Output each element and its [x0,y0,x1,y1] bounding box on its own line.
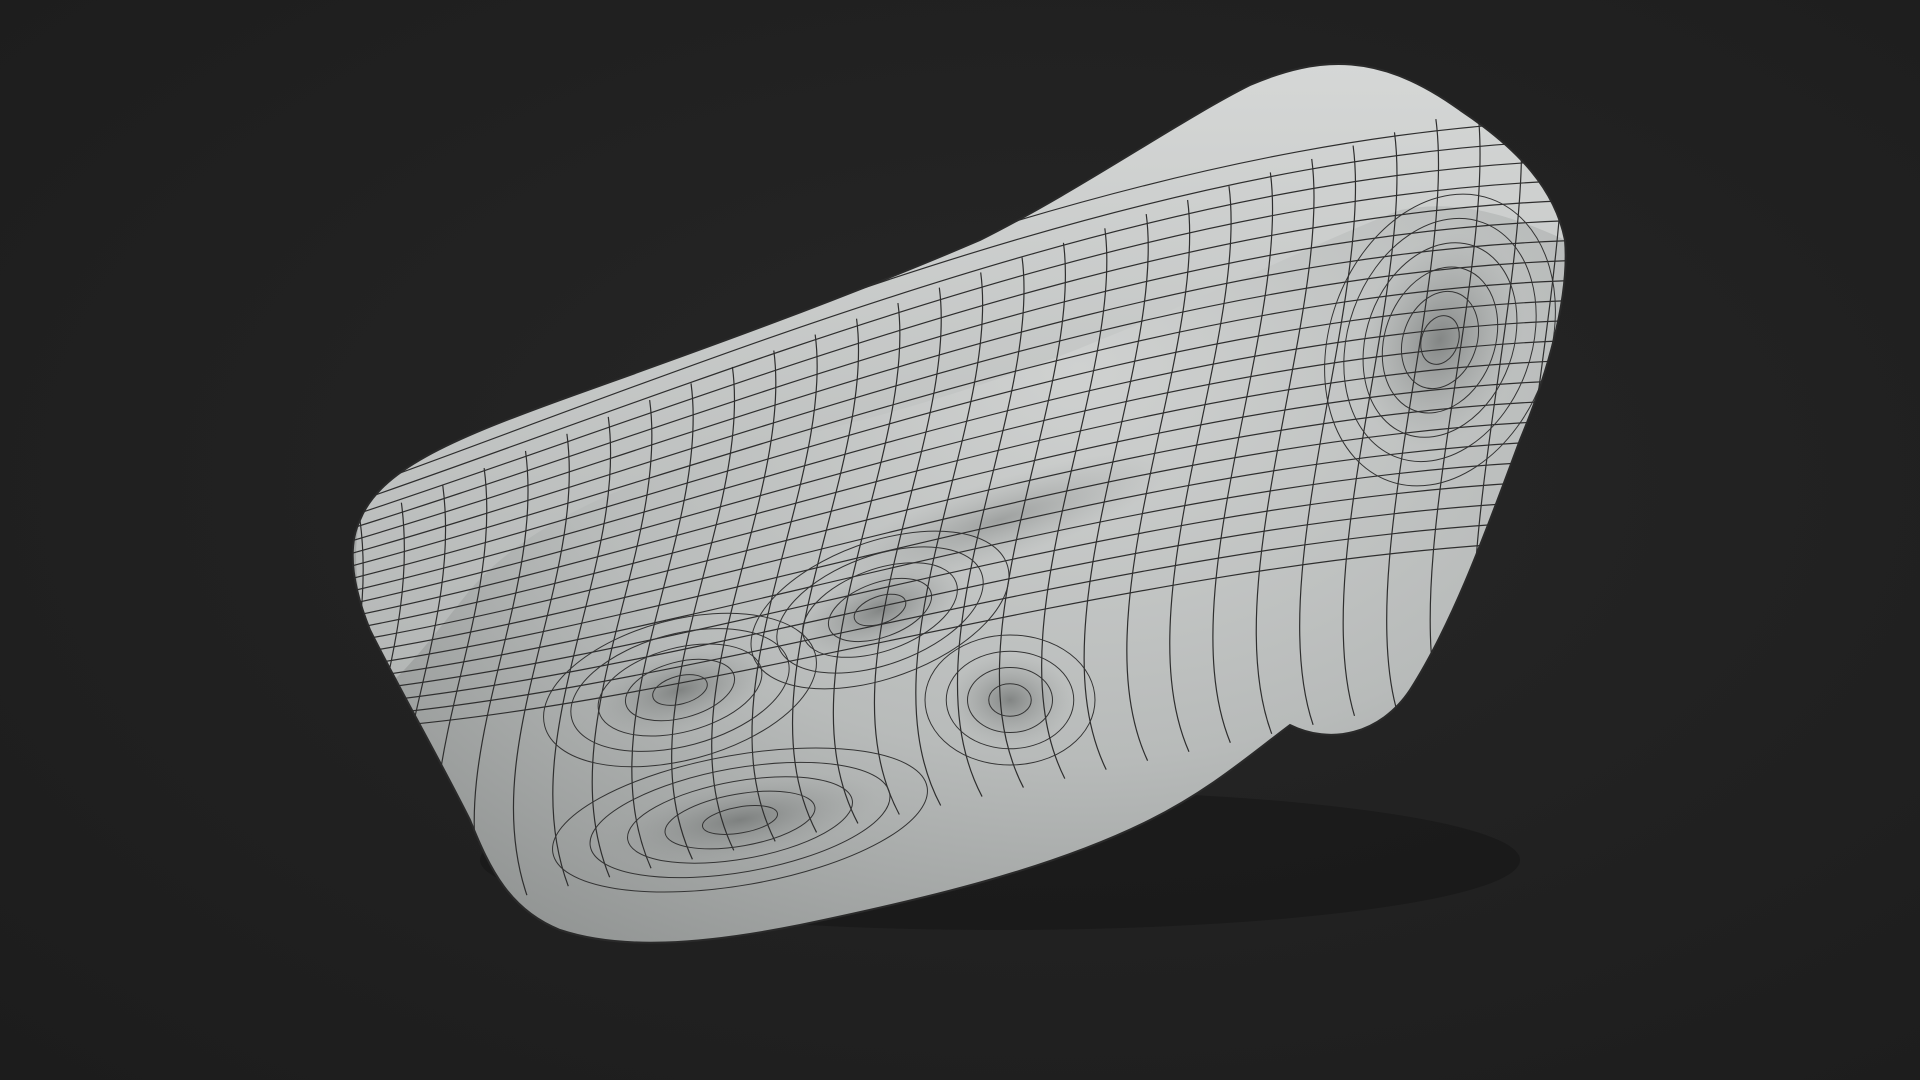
wireframe-mesh-render [351,62,1567,944]
3d-viewport[interactable] [0,0,1920,1080]
